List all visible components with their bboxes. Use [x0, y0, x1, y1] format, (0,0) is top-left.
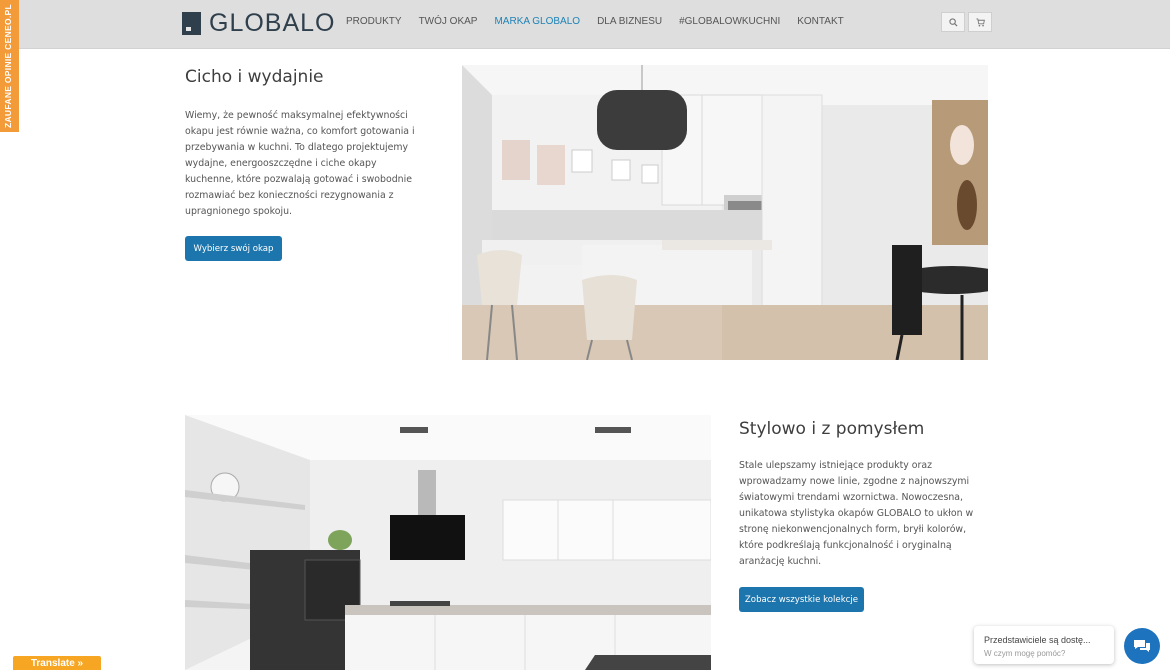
cart-icon — [975, 17, 985, 26]
logo-text: GLOBALO — [209, 9, 336, 37]
nav-marka-globalo[interactable]: MARKA GLOBALO — [494, 16, 580, 27]
chat-title: Przedstawiciele są dostę... — [984, 635, 1091, 645]
chat-preview[interactable]: Przedstawiciele są dostę... W czym mogę … — [974, 626, 1114, 664]
nav-twoj-okap[interactable]: TWÓJ OKAP — [419, 16, 478, 27]
search-button[interactable] — [941, 12, 965, 32]
kitchen-image-2 — [185, 415, 711, 670]
logo-mark-icon — [182, 11, 201, 35]
kitchen-image-1 — [462, 65, 988, 360]
chat-icon — [1134, 640, 1150, 652]
site-header: GLOBALO PRODUKTY TWÓJ OKAP MARKA GLOBALO… — [0, 0, 1170, 49]
search-icon — [948, 17, 958, 27]
globalo-logo[interactable]: GLOBALO — [182, 10, 336, 36]
section2-title: Stylowo i z pomysłem — [739, 419, 925, 439]
ceneo-side-tab[interactable]: ZAUFANE OPINIE CENEO.PL — [0, 0, 19, 132]
nav-kontakt[interactable]: KONTAKT — [797, 16, 843, 27]
nav-globalowkuchni[interactable]: #GLOBALOWKUCHNI — [679, 16, 780, 27]
nav-produkty[interactable]: PRODUKTY — [346, 16, 402, 27]
choose-hood-button[interactable]: Wybierz swój okap — [185, 236, 282, 261]
cart-button[interactable] — [968, 12, 992, 32]
view-collections-button[interactable]: Zobacz wszystkie kolekcje — [739, 587, 864, 612]
section2-body: Stale ulepszamy istniejące produkty oraz… — [739, 460, 974, 567]
translate-button[interactable]: Translate » — [13, 656, 101, 670]
ceneo-tab-label: ZAUFANE OPINIE CENEO.PL — [3, 3, 13, 128]
chat-subtitle: W czym mogę pomóc? — [984, 649, 1066, 658]
chat-button[interactable] — [1124, 628, 1160, 664]
section1-body: Wiemy, że pewność maksymalnej efektywnoś… — [185, 110, 415, 217]
nav-dla-biznesu[interactable]: DLA BIZNESU — [597, 16, 662, 27]
section1-title: Cicho i wydajnie — [185, 67, 324, 87]
header-tools — [941, 12, 992, 32]
main-nav: PRODUKTY TWÓJ OKAP MARKA GLOBALO DLA BIZ… — [346, 16, 861, 27]
